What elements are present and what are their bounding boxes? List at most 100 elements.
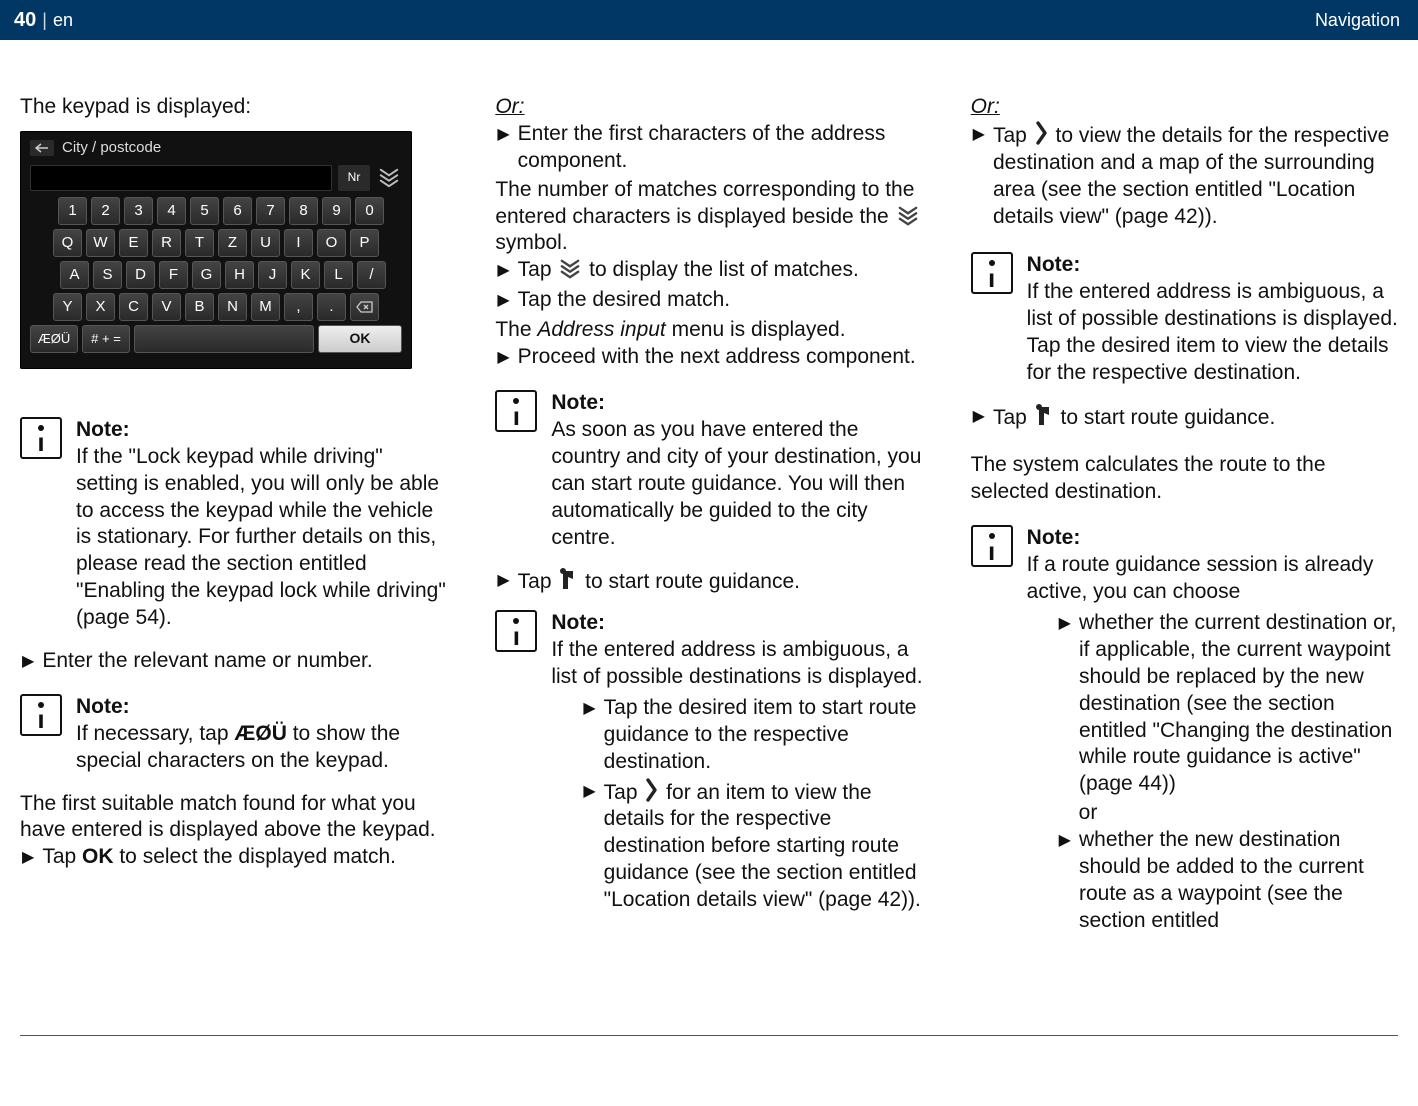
instr-tap-list: ▶ Tap to display the list of matches. (497, 257, 922, 285)
key-7[interactable]: 7 (256, 197, 285, 225)
key-o[interactable]: O (317, 229, 346, 257)
note-special-chars: ı Note: If necessary, tap ÆØÜ to show th… (20, 694, 447, 775)
or-heading: Or: (971, 95, 1000, 118)
page-separator: | (42, 10, 47, 31)
key-dot[interactable]: . (317, 293, 346, 321)
chevrons-down-icon (897, 206, 919, 226)
instr-text-bold: OK (82, 845, 114, 868)
key-z[interactable]: Z (218, 229, 247, 257)
key-8[interactable]: 8 (289, 197, 318, 225)
key-t[interactable]: T (185, 229, 214, 257)
key-comma[interactable]: , (284, 293, 313, 321)
key-h[interactable]: H (225, 261, 254, 289)
note-text: If the entered address is ambiguous, a l… (551, 638, 922, 688)
info-icon: ı (20, 694, 62, 736)
instr-text-b: to start route guidance. (579, 570, 800, 593)
header-bar: 40 | en Navigation (0, 0, 1418, 40)
back-icon[interactable] (30, 140, 54, 156)
instr-text: Enter the relevant name or number. (42, 648, 447, 675)
note-title: Note: (1027, 253, 1081, 276)
instr-text-b: to view the details for the respective d… (993, 124, 1389, 228)
instr-text: whether the new destination should be ad… (1079, 827, 1398, 935)
key-space[interactable] (134, 325, 314, 353)
key-e[interactable]: E (119, 229, 148, 257)
instr-text-b: to select the displayed match. (114, 845, 397, 868)
triangle-bullet-icon: ▶ (22, 648, 34, 676)
note-ambiguous: ı Note: If the entered address is ambigu… (495, 610, 922, 916)
instr-text-b: to start route guidance. (1055, 406, 1276, 429)
page-number: 40 (14, 9, 36, 32)
footer-rule (20, 1035, 1398, 1036)
key-s[interactable]: S (93, 261, 122, 289)
note-sub-1: ▶ whether the current destination or, if… (1059, 610, 1398, 798)
key-special[interactable]: ÆØÜ (30, 325, 78, 353)
key-l[interactable]: L (324, 261, 353, 289)
col1-intro: The keypad is displayed: (20, 94, 447, 121)
page-section: Navigation (1315, 10, 1400, 31)
chevrons-down-icon[interactable] (376, 165, 402, 191)
key-3[interactable]: 3 (124, 197, 153, 225)
key-p[interactable]: P (350, 229, 379, 257)
key-4[interactable]: 4 (157, 197, 186, 225)
triangle-bullet-icon: ▶ (583, 778, 595, 806)
key-q[interactable]: Q (53, 229, 82, 257)
key-n[interactable]: N (218, 293, 247, 321)
triangle-bullet-icon: ▶ (497, 567, 509, 595)
key-y[interactable]: Y (53, 293, 82, 321)
triangle-bullet-icon: ▶ (497, 121, 509, 149)
instr-tap-ok: ▶ Tap OK to select the displayed match. (22, 844, 447, 872)
note-title: Note: (551, 391, 605, 414)
triangle-bullet-icon: ▶ (973, 121, 985, 149)
key-2[interactable]: 2 (91, 197, 120, 225)
col1-para-match: The first suitable match found for what … (20, 791, 447, 845)
content-columns: The keypad is displayed: City / postcode… (0, 40, 1418, 953)
key-6[interactable]: 6 (223, 197, 252, 225)
para-calc-route: The system calculates the route to the s… (971, 452, 1398, 506)
key-slash[interactable]: / (357, 261, 386, 289)
key-symbols[interactable]: # + = (82, 325, 130, 353)
triangle-bullet-icon: ▶ (497, 344, 509, 372)
instr-tap-match: ▶ Tap the desired match. (497, 287, 922, 315)
key-9[interactable]: 9 (322, 197, 351, 225)
key-1[interactable]: 1 (58, 197, 87, 225)
key-j[interactable]: J (258, 261, 287, 289)
key-b[interactable]: B (185, 293, 214, 321)
key-m[interactable]: M (251, 293, 280, 321)
key-f[interactable]: F (159, 261, 188, 289)
info-icon: ı (495, 610, 537, 652)
info-icon: ı (971, 525, 1013, 567)
key-ok[interactable]: OK (318, 325, 402, 353)
key-k[interactable]: K (291, 261, 320, 289)
keypad-figure: City / postcode Nr 1 2 3 4 5 (20, 131, 412, 369)
note-title: Note: (76, 418, 130, 441)
key-5[interactable]: 5 (190, 197, 219, 225)
column-2: Or: ▶ Enter the first characters of the … (495, 94, 922, 953)
keypad-input[interactable] (30, 165, 332, 191)
note-text: If a route guidance session is already a… (1027, 553, 1374, 603)
page: 40 | en Navigation The keypad is display… (0, 0, 1418, 1106)
keypad-row-bottom: ÆØÜ # + = OK (30, 325, 402, 353)
keypad-row-a: A S D F G H J K L / (30, 261, 402, 289)
key-u[interactable]: U (251, 229, 280, 257)
triangle-bullet-icon: ▶ (973, 403, 985, 431)
key-backspace[interactable] (350, 293, 379, 321)
key-x[interactable]: X (86, 293, 115, 321)
page-lang: en (53, 10, 73, 31)
instr-text: Enter the first characters of the addres… (518, 121, 923, 175)
or-heading: Or: (495, 95, 524, 118)
key-i[interactable]: I (284, 229, 313, 257)
angle-right-icon (1035, 121, 1048, 145)
note-sub-2: ▶ Tap for an item to view the details fo… (583, 778, 922, 914)
key-v[interactable]: V (152, 293, 181, 321)
key-r[interactable]: R (152, 229, 181, 257)
key-g[interactable]: G (192, 261, 221, 289)
instr-next-component: ▶ Proceed with the next address componen… (497, 344, 922, 372)
keypad-nr-button[interactable]: Nr (338, 165, 370, 191)
key-a[interactable]: A (60, 261, 89, 289)
key-w[interactable]: W (86, 229, 115, 257)
instr-text-a: Tap (604, 781, 644, 804)
key-0[interactable]: 0 (355, 197, 384, 225)
instr-text-b: to display the list of matches. (583, 258, 858, 281)
key-c[interactable]: C (119, 293, 148, 321)
key-d[interactable]: D (126, 261, 155, 289)
